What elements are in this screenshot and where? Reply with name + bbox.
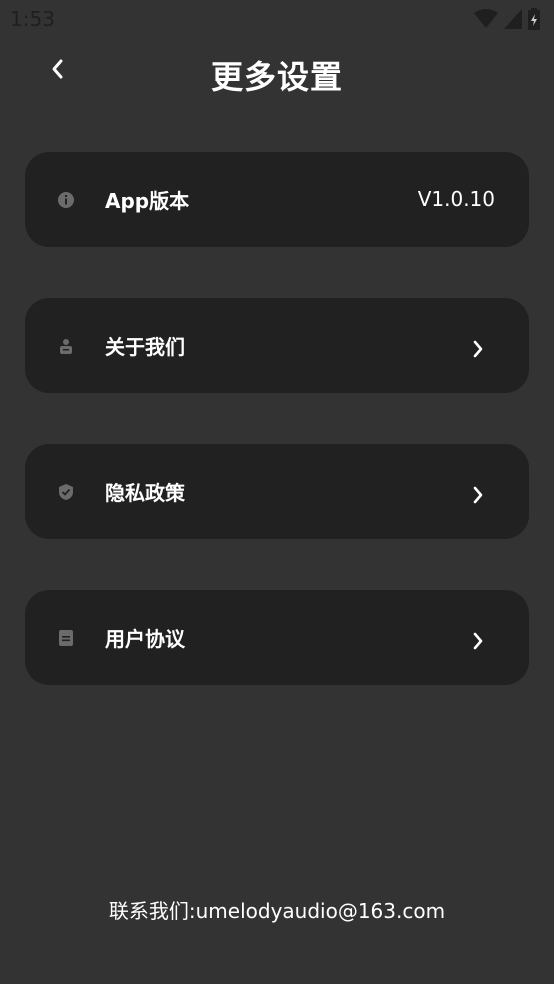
app-version-item[interactable]: App版本 V1.0.10 <box>25 152 529 247</box>
chevron-right-icon <box>473 340 483 358</box>
chevron-right-icon <box>473 486 483 504</box>
person-icon <box>60 339 72 354</box>
status-icons <box>474 8 540 30</box>
header: 更多设置 <box>0 44 554 104</box>
contact-email: 联系我们:umelodyaudio@163.com <box>108 899 446 923</box>
shield-icon <box>59 484 73 500</box>
user-agreement-label: 用户协议 <box>105 627 185 651</box>
app-version-value: V1.0.10 <box>417 187 495 211</box>
page-title: 更多设置 <box>210 58 343 96</box>
chevron-right-icon <box>473 632 483 650</box>
status-time: 1:53 <box>10 7 55 31</box>
info-icon <box>58 192 74 208</box>
app-version-label: App版本 <box>105 189 190 213</box>
about-us-item[interactable]: 关于我们 <box>25 298 529 393</box>
battery-icon <box>528 8 540 30</box>
user-agreement-item[interactable]: 用户协议 <box>25 590 529 685</box>
screen: 1:53 更多设置 App版本 V1.0.10 关于我们 隐私政策 用户协议 联… <box>0 0 554 984</box>
wifi-icon <box>474 9 498 28</box>
privacy-policy-item[interactable]: 隐私政策 <box>25 444 529 539</box>
status-bar: 1:53 <box>0 0 554 38</box>
privacy-policy-label: 隐私政策 <box>105 481 185 505</box>
cell-signal-icon <box>504 9 522 29</box>
about-us-label: 关于我们 <box>105 335 185 359</box>
document-icon <box>59 630 73 646</box>
